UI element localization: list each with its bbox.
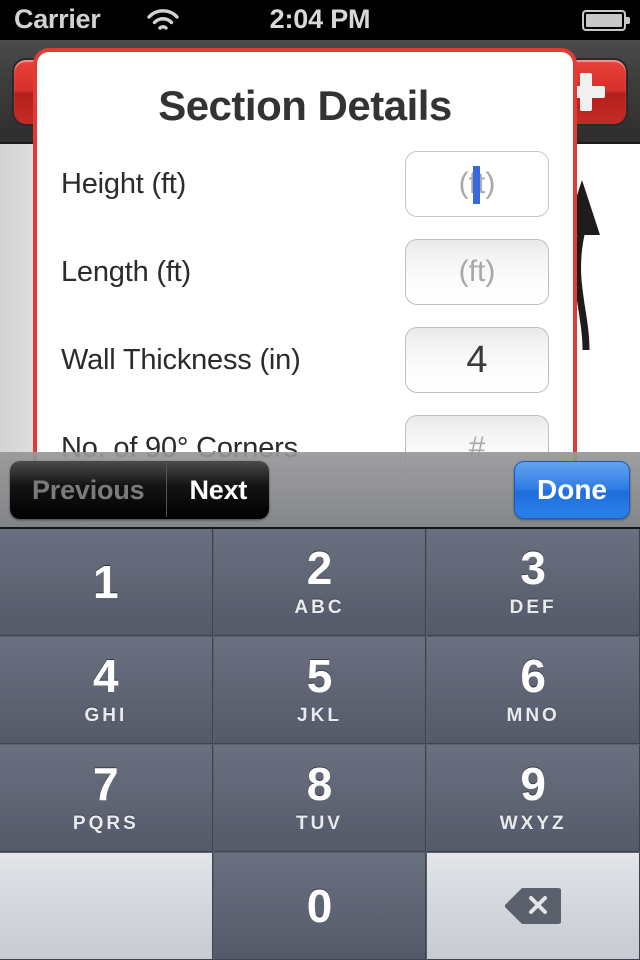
key-digit: 0: [306, 880, 333, 932]
modal-title: Section Details: [158, 82, 452, 129]
key-5[interactable]: 5 JKL: [213, 637, 427, 744]
key-letters: JKL: [297, 705, 342, 726]
wall-thickness-input[interactable]: 4: [405, 327, 549, 393]
key-blank[interactable]: [0, 853, 213, 960]
section-details-form: Height (ft) (ft) Length (ft) (ft) Wall T…: [37, 140, 573, 478]
numeric-keypad: 1 2 ABC 3 DEF 4 GHI 5 JKL 6 MNO 7 PQRS 8…: [0, 527, 640, 960]
length-placeholder: (ft): [458, 255, 496, 288]
clock-label: 2:04 PM: [269, 4, 371, 34]
form-row-length: Length (ft) (ft): [61, 228, 549, 316]
height-input[interactable]: (ft): [405, 151, 549, 217]
key-letters: PQRS: [72, 813, 139, 834]
text-caret: [473, 166, 480, 204]
label-height: Height (ft): [61, 167, 187, 200]
key-letters: GHI: [84, 705, 128, 726]
key-letters: MNO: [506, 705, 560, 726]
key-letters: TUV: [295, 813, 343, 834]
key-1[interactable]: 1: [0, 529, 213, 636]
key-8[interactable]: 8 TUV: [213, 745, 427, 852]
key-6[interactable]: 6 MNO: [427, 637, 640, 744]
iphone-screen: Section Details Height (ft) (ft) Length …: [0, 0, 640, 960]
key-7[interactable]: 7 PQRS: [0, 745, 213, 852]
wall-thickness-value: 4: [466, 338, 488, 381]
key-digit: 5: [306, 650, 333, 702]
key-digit: 4: [93, 650, 119, 702]
key-digit: 3: [520, 542, 546, 594]
key-digit: 1: [93, 556, 119, 608]
key-4[interactable]: 4 GHI: [0, 637, 213, 744]
status-bar: Carrier 2:04 PM: [0, 0, 640, 40]
key-digit: 9: [520, 758, 546, 810]
battery-fill: [586, 14, 622, 27]
key-digit: 8: [306, 758, 333, 810]
done-button[interactable]: Done: [514, 461, 630, 519]
battery-full-icon: [582, 10, 630, 31]
label-wall-thickness: Wall Thickness (in): [61, 343, 301, 376]
form-row-height: Height (ft) (ft): [61, 140, 549, 228]
key-2[interactable]: 2 ABC: [213, 529, 427, 636]
key-letters: DEF: [509, 597, 557, 618]
key-9[interactable]: 9 WXYZ: [427, 745, 640, 852]
keyboard-accessory-bar: Previous Next Done: [0, 452, 640, 527]
key-letters: WXYZ: [499, 813, 567, 834]
key-3[interactable]: 3 DEF: [427, 529, 640, 636]
key-0[interactable]: 0: [213, 853, 427, 960]
previous-field-button[interactable]: Previous: [10, 461, 166, 519]
key-letters: ABC: [294, 597, 345, 618]
key-digit: 2: [306, 542, 333, 594]
key-digit: 7: [93, 758, 119, 810]
length-input[interactable]: (ft): [405, 239, 549, 305]
delete-backspace-icon: [505, 888, 562, 924]
next-field-button[interactable]: Next: [167, 461, 269, 519]
key-digit: 6: [520, 650, 546, 702]
form-row-wall-thickness: Wall Thickness (in) 4: [61, 316, 549, 404]
field-navigation-segment: Previous Next: [10, 461, 270, 519]
key-delete[interactable]: [427, 853, 640, 960]
label-length: Length (ft): [61, 255, 191, 288]
section-details-modal: Section Details Height (ft) (ft) Length …: [33, 48, 577, 478]
